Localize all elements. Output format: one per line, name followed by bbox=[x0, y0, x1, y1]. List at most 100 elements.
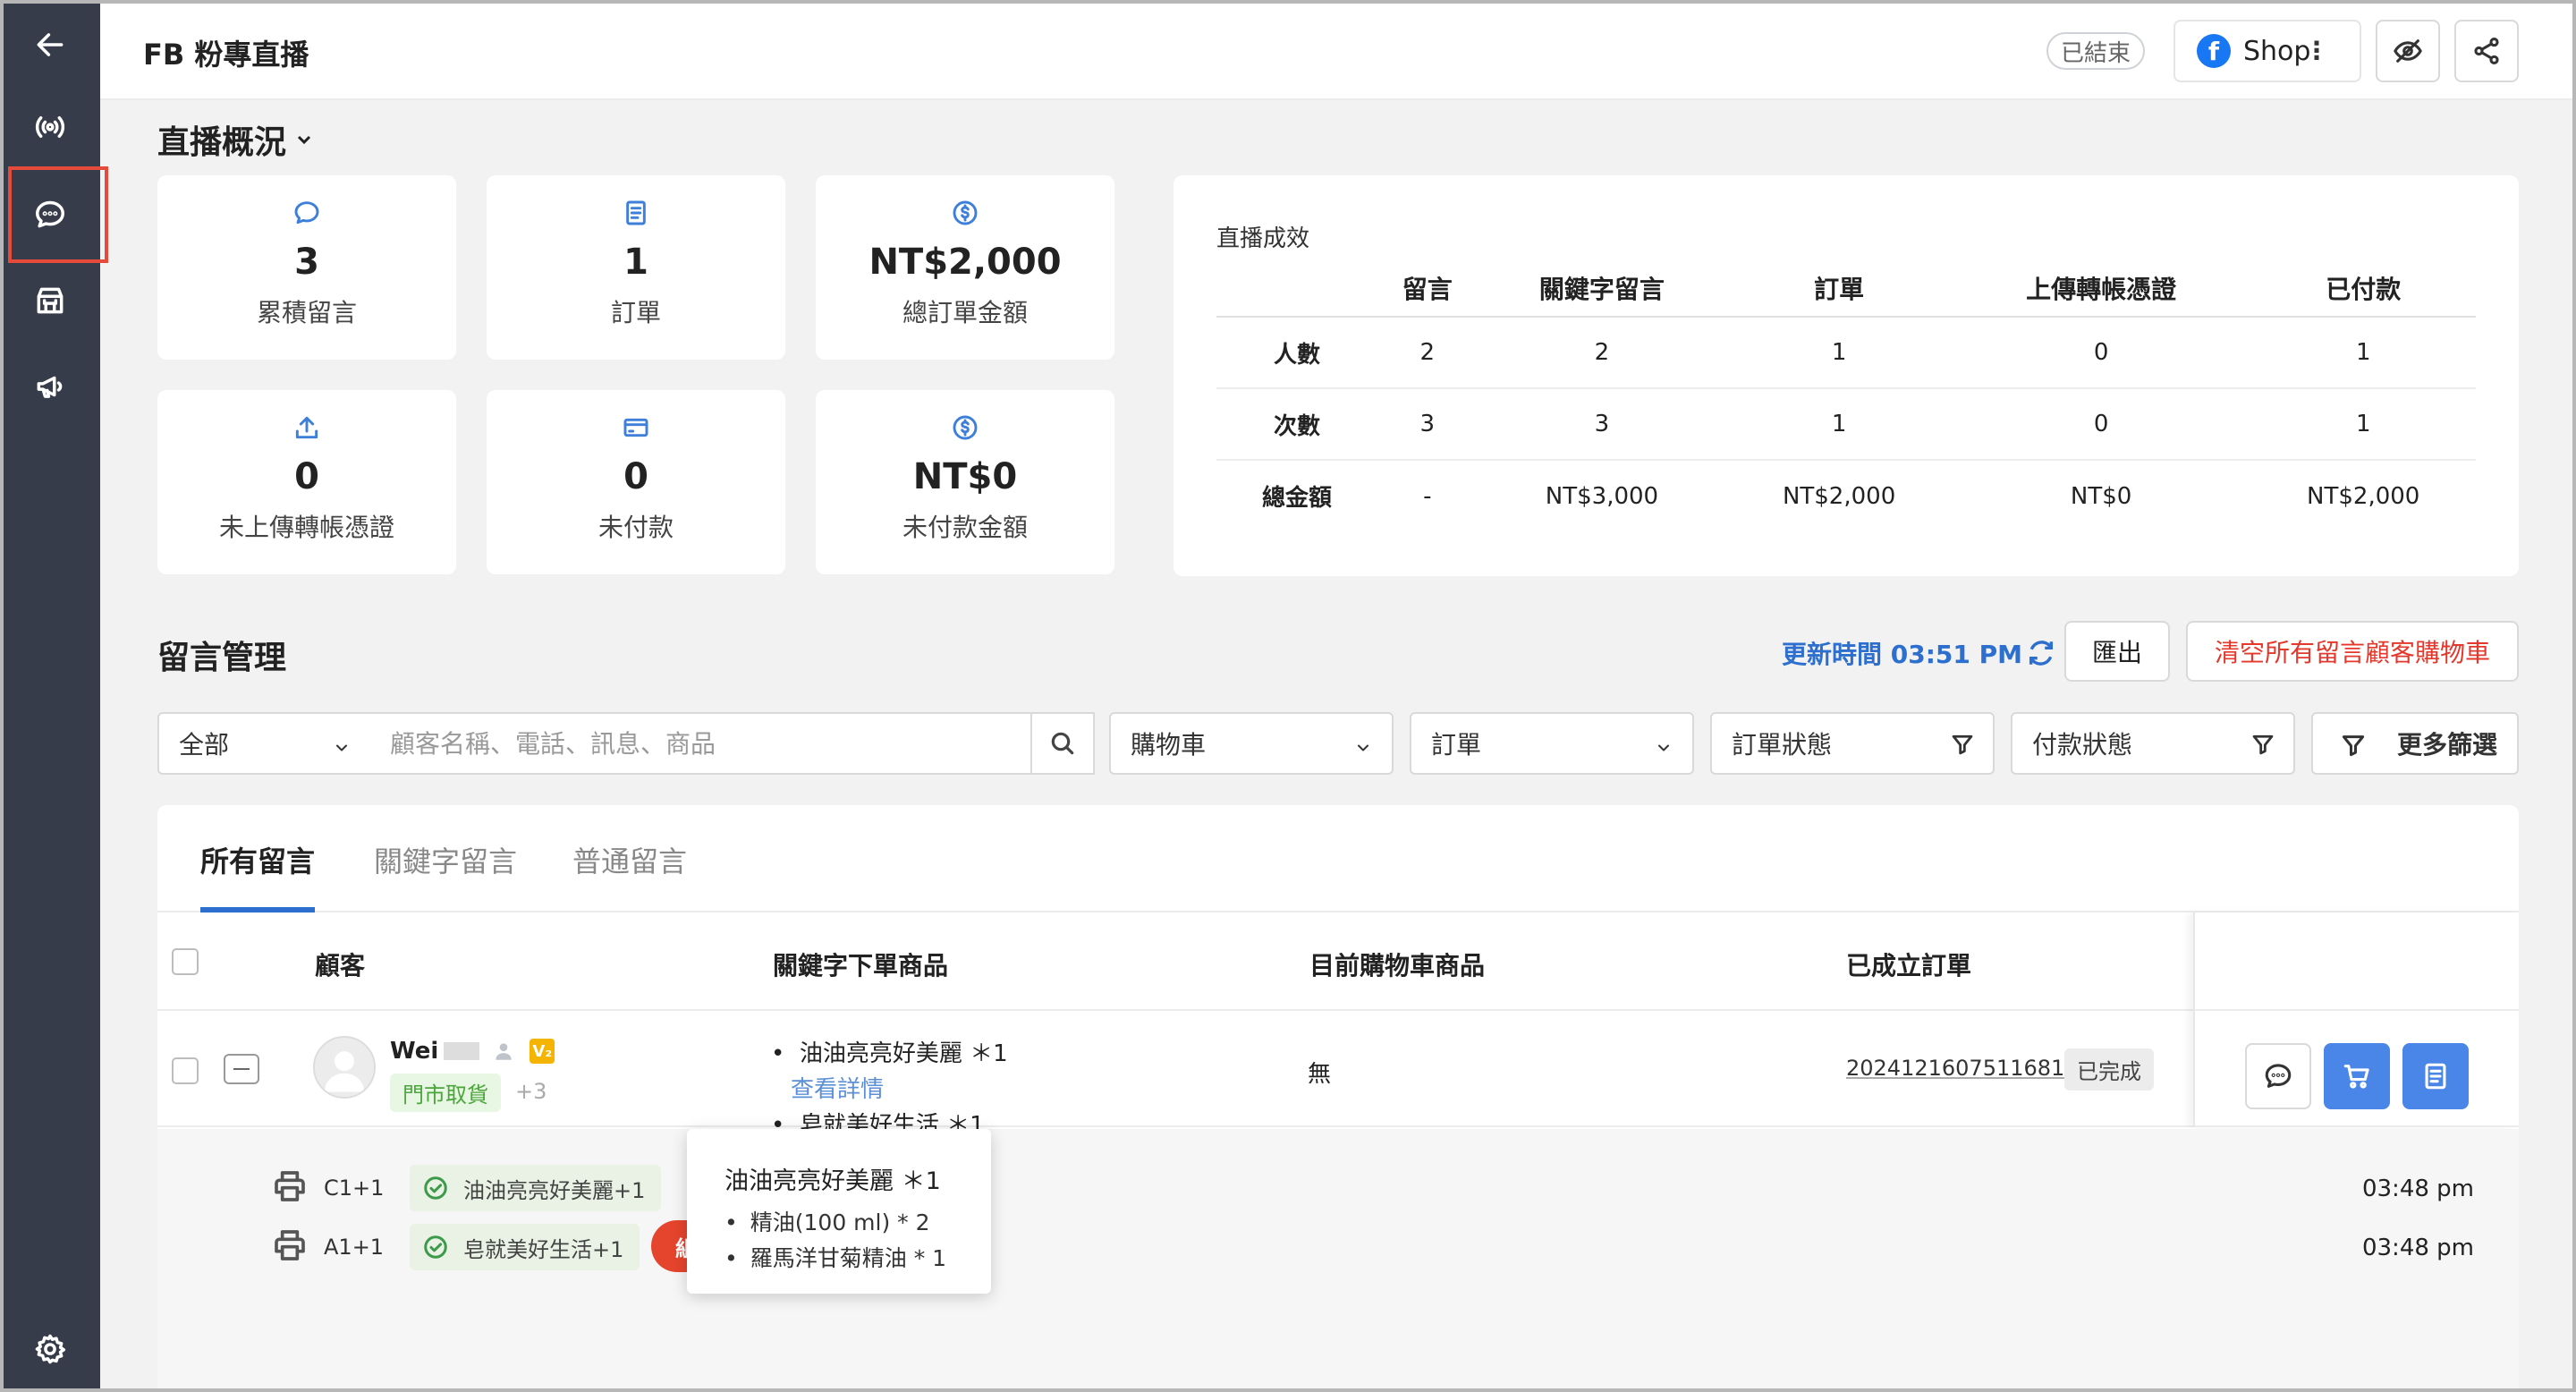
more-filters-label: 更多篩選 bbox=[2396, 730, 2497, 760]
table-row: Wei V₂ 門市取貨 +3 • 油油亮亮好美麗 ＊1 查看詳情 • 皂就美好生… bbox=[157, 1011, 2519, 1139]
printer-icon[interactable] bbox=[272, 1168, 308, 1204]
more-filters-button[interactable]: 更多篩選 bbox=[2311, 712, 2519, 775]
perf-cell: 3 bbox=[1377, 388, 1478, 461]
stat-label: 總訂單金額 bbox=[902, 298, 1028, 327]
popover-item: 精油(100 ml) * 2 bbox=[724, 1205, 991, 1241]
refresh-button[interactable]: 更新時間 03:51 PM bbox=[1782, 635, 2056, 671]
share-button[interactable] bbox=[2454, 20, 2519, 82]
tab-all-comments[interactable]: 所有留言 bbox=[200, 839, 315, 880]
comment-time: 03:48 pm bbox=[2361, 1235, 2474, 1261]
share-icon bbox=[2474, 37, 2499, 65]
filter-icon bbox=[1950, 732, 1975, 757]
gear-icon[interactable] bbox=[18, 1317, 82, 1381]
upload-icon bbox=[295, 416, 318, 439]
perf-cell: NT$2,000 bbox=[1782, 482, 1896, 510]
clear-carts-button[interactable]: 清空所有留言顧客購物車 bbox=[2186, 621, 2519, 682]
live-broadcast-icon[interactable] bbox=[18, 95, 82, 159]
member-icon bbox=[496, 1043, 512, 1060]
perf-cell: 2 bbox=[1477, 317, 1727, 389]
perf-cell: NT$0 bbox=[2070, 482, 2132, 510]
scope-value: 全部 bbox=[179, 730, 230, 760]
select-all-checkbox[interactable] bbox=[172, 948, 199, 975]
stat-value: 0 bbox=[294, 456, 319, 497]
actions-column bbox=[2193, 912, 2519, 1127]
comment-icon bbox=[294, 201, 319, 225]
hide-button[interactable] bbox=[2376, 20, 2440, 82]
filter-icon bbox=[2340, 732, 2367, 759]
popover-item: 羅馬洋甘菊精油 * 1 bbox=[724, 1241, 991, 1277]
customer-name[interactable]: Wei V₂ bbox=[390, 1038, 555, 1065]
comment-code: A1+1 bbox=[324, 1235, 385, 1260]
performance-title: 直播成效 bbox=[1216, 225, 1310, 252]
live-status-badge: 已結束 bbox=[2046, 32, 2146, 70]
comment-keyword-tag: 皂就美好生活+1 bbox=[410, 1224, 640, 1270]
chevron-down-icon bbox=[1354, 734, 1372, 751]
tab-keyword-comments[interactable]: 關鍵字留言 bbox=[374, 839, 517, 880]
stat-card-total-amount: NT$2,000 總訂單金額 bbox=[816, 175, 1114, 360]
comment-sub-rows: C1+1 油油亮亮好美麗+1 03:48 pm A1+1 皂就美好生活+1 組合… bbox=[157, 1129, 2519, 1392]
performance-table: 留言 關鍵字留言 訂單 上傳轉帳憑證 已付款 人數 2 2 1 0 1 次數 3… bbox=[1216, 259, 2476, 531]
stat-label: 累積留言 bbox=[256, 298, 357, 327]
comment-keyword-text: 皂就美好生活+1 bbox=[463, 1236, 624, 1262]
comment-keyword-text: 油油亮亮好美麗+1 bbox=[463, 1177, 646, 1203]
tab-normal-comments[interactable]: 普通留言 bbox=[572, 839, 687, 880]
stat-value: 1 bbox=[623, 242, 648, 283]
stat-card-unpaid-amount: NT$0 未付款金額 bbox=[816, 390, 1114, 574]
active-nav-highlight bbox=[8, 166, 108, 263]
overview-title-text: 直播概況 bbox=[157, 124, 287, 161]
comment-time: 03:48 pm bbox=[2361, 1176, 2474, 1202]
perf-cell: 0 bbox=[1951, 388, 2251, 461]
product-detail-popover: 油油亮亮好美麗 ＊1 精油(100 ml) * 2 羅馬洋甘菊精油 * 1 bbox=[687, 1129, 991, 1294]
performance-panel: 直播成效 留言 關鍵字留言 訂單 上傳轉帳憑證 已付款 人數 2 2 1 0 1… bbox=[1174, 175, 2519, 576]
row-checkbox[interactable] bbox=[172, 1057, 199, 1084]
view-details-link[interactable]: 查看詳情 bbox=[791, 1072, 1008, 1108]
order-filter-value: 訂單 bbox=[1431, 730, 1482, 760]
perf-cell: NT$2,000 bbox=[2307, 482, 2420, 510]
popover-title: 油油亮亮好美麗 ＊1 bbox=[724, 1167, 941, 1195]
order-status-filter[interactable]: 訂單狀態 bbox=[1710, 712, 1995, 775]
perf-col-header: 關鍵字留言 bbox=[1477, 259, 1727, 318]
order-status-badge: 已完成 bbox=[2064, 1048, 2154, 1091]
keyword-item: • 油油亮亮好美麗 ＊1 bbox=[771, 1040, 1008, 1067]
order-filter-select[interactable]: 訂單 bbox=[1410, 712, 1694, 775]
perf-cell: 3 bbox=[1477, 388, 1727, 461]
stat-label: 訂單 bbox=[610, 298, 661, 327]
search-button[interactable] bbox=[1030, 714, 1093, 773]
stat-label: 未付款 bbox=[597, 513, 674, 542]
search-icon bbox=[1051, 732, 1074, 755]
chevron-down-icon bbox=[333, 734, 351, 751]
stat-label: 未上傳轉帳憑證 bbox=[218, 513, 394, 542]
shop-label: Shop bbox=[2243, 35, 2311, 67]
store-icon[interactable] bbox=[18, 268, 82, 333]
megaphone-icon[interactable] bbox=[18, 354, 82, 419]
order-number-link[interactable]: 20241216075116816 bbox=[1846, 1056, 2079, 1081]
search-input[interactable] bbox=[370, 714, 1030, 773]
shop-selector[interactable]: f Shop ⋮ bbox=[2174, 20, 2361, 82]
stat-value: NT$2,000 bbox=[869, 242, 1062, 283]
collapse-row-button[interactable] bbox=[224, 1054, 259, 1084]
more-vertical-icon[interactable]: ⋮ bbox=[2304, 36, 2329, 65]
col-header-keyword-items: 關鍵字下單商品 bbox=[773, 951, 949, 980]
perf-col-header: 已付款 bbox=[2250, 259, 2476, 318]
stat-card-unuploaded: 0 未上傳轉帳憑證 bbox=[157, 390, 456, 574]
back-arrow-icon[interactable] bbox=[18, 13, 82, 77]
perf-cell: 1 bbox=[1726, 317, 1952, 389]
perf-cell: 1 bbox=[2250, 317, 2476, 389]
perf-row-label: 總金額 bbox=[1261, 485, 1332, 512]
cart-filter-select[interactable]: 購物車 bbox=[1109, 712, 1394, 775]
scope-select[interactable]: 全部 bbox=[157, 712, 372, 775]
page-title: FB 粉專直播 bbox=[143, 38, 309, 72]
export-button[interactable]: 匯出 bbox=[2064, 621, 2170, 682]
overview-title[interactable]: 直播概況 bbox=[157, 116, 315, 163]
perf-cell: 0 bbox=[1951, 317, 2251, 389]
more-tags-count[interactable]: +3 bbox=[515, 1079, 547, 1104]
avatar bbox=[313, 1036, 376, 1099]
perf-row-label: 人數 bbox=[1216, 317, 1377, 389]
col-header-orders: 已成立訂單 bbox=[1846, 951, 1972, 980]
stat-value: 0 bbox=[623, 456, 648, 497]
perf-cell: 1 bbox=[1726, 388, 1952, 461]
payment-status-filter[interactable]: 付款狀態 bbox=[2011, 712, 2295, 775]
perf-col-header: 上傳轉帳憑證 bbox=[1951, 259, 2251, 318]
stat-value: NT$0 bbox=[912, 456, 1018, 497]
printer-icon[interactable] bbox=[272, 1227, 308, 1263]
